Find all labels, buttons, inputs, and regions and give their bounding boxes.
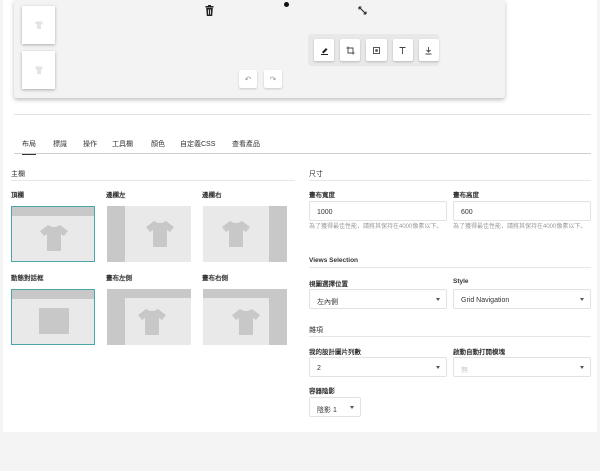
layout-label-sidebar-left: 邊欄左 (106, 192, 126, 199)
canvas-height-input[interactable]: 600 (453, 201, 591, 221)
canvas-height-label: 畫布高度 (453, 192, 479, 199)
tab-identity[interactable]: 標識 (53, 139, 67, 149)
divider (14, 114, 591, 115)
style-select[interactable]: Grid Navigation (453, 289, 591, 309)
settings-tabs: 布局 標識 操作 工具欄 顏色 自定義CSS 查看產品 (14, 137, 591, 155)
view-position-label: 視圖選擇位置 (309, 281, 348, 288)
container-shadow-label: 容器陰影 (309, 388, 335, 395)
style-label: Style (453, 278, 469, 285)
chevron-down-icon (436, 298, 440, 301)
undo-icon: ↶ (244, 74, 252, 84)
tab-actions[interactable]: 操作 (83, 139, 97, 149)
section-rule (309, 267, 591, 268)
layout-label-canvas-right: 畫布右側 (202, 275, 228, 282)
crop-icon (346, 46, 355, 54)
view-thumbnail-back[interactable] (22, 51, 55, 89)
section-size: 尺寸 (309, 171, 323, 178)
text-icon (399, 46, 406, 54)
tab-toolbar[interactable]: 工具欄 (112, 139, 133, 149)
download-button[interactable] (418, 39, 440, 61)
layout-option-sidebar-left[interactable] (107, 206, 191, 262)
design-columns-value: 2 (317, 365, 321, 372)
section-misc: 雜項 (309, 327, 323, 334)
layout-option-top-bar[interactable] (11, 206, 95, 262)
trash-icon[interactable] (205, 5, 214, 16)
section-main-bar: 主欄 (11, 171, 25, 178)
frame-icon (373, 46, 380, 54)
text-button[interactable] (392, 39, 413, 61)
layout-label-canvas-left: 畫布左側 (106, 275, 132, 282)
tshirt-icon (34, 21, 43, 29)
editor-panel: ↶ ↷ 布局 標識 操作 工具欄 顏色 自定義CSS 查看產品 主欄 頂欄 邊欄… (3, 0, 597, 432)
container-shadow-select[interactable]: 陰影 1 (309, 397, 361, 417)
layout-option-canvas-left[interactable] (107, 289, 191, 345)
frame-button[interactable] (366, 39, 387, 61)
section-rule (11, 180, 295, 181)
layout-option-canvas-right[interactable] (203, 289, 287, 345)
design-columns-label: 我的設計圖片列數 (309, 349, 361, 356)
chevron-down-icon (580, 298, 584, 301)
tab-view-product[interactable]: 查看產品 (232, 139, 260, 149)
view-position-select[interactable]: 左內側 (309, 289, 447, 309)
canvas-width-hint: 為了獲得最佳性能，請將其保持在4000像素以下。 (309, 224, 443, 230)
chevron-down-icon (580, 366, 584, 369)
section-views-selection: Views Selection (309, 257, 359, 264)
layout-option-sidebar-right[interactable] (203, 206, 287, 262)
tshirt-icon (34, 66, 43, 74)
auto-open-label: 啟動自動打開模塊 (453, 349, 505, 356)
design-columns-select[interactable]: 2 (309, 357, 447, 377)
page: ↶ ↷ 布局 標識 操作 工具欄 顏色 自定義CSS 查看產品 主欄 頂欄 邊欄… (0, 0, 600, 471)
view-position-value: 左內側 (317, 299, 338, 306)
auto-open-value: 無 (461, 367, 468, 374)
chevron-down-icon (350, 406, 354, 409)
dot-icon[interactable] (284, 2, 289, 7)
section-rule (309, 336, 591, 337)
tshirt-icon (146, 221, 174, 247)
resize-icon[interactable] (358, 6, 367, 15)
tshirt-icon (40, 225, 68, 251)
layout-label-top-bar: 頂欄 (11, 192, 24, 199)
brush-button[interactable] (314, 39, 335, 61)
download-icon (425, 46, 432, 54)
redo-icon: ↷ (269, 74, 277, 84)
image-toolbar (308, 34, 440, 66)
undo-button[interactable]: ↶ (239, 70, 257, 88)
container-shadow-value: 陰影 1 (317, 407, 337, 414)
chevron-down-icon (436, 366, 440, 369)
crop-button[interactable] (340, 39, 361, 61)
tab-colors[interactable]: 顏色 (151, 139, 165, 149)
canvas-width-input[interactable]: 1000 (309, 201, 447, 221)
auto-open-select[interactable]: 無 (453, 357, 591, 377)
view-thumbnail-front[interactable] (22, 6, 55, 44)
redo-button[interactable]: ↷ (264, 70, 282, 88)
tab-layout[interactable]: 布局 (22, 139, 36, 155)
canvas-width-label: 畫布寬度 (309, 192, 335, 199)
section-rule (309, 180, 591, 181)
canvas-height-hint: 為了獲得最佳性能，請將其保持在4000像素以下。 (453, 224, 587, 230)
layout-label-dynamic-dialog: 動態對話框 (11, 275, 44, 282)
style-value: Grid Navigation (461, 297, 510, 304)
tshirt-icon (138, 309, 166, 335)
tshirt-icon (232, 309, 260, 335)
brush-icon (320, 47, 328, 55)
tshirt-icon (222, 221, 250, 247)
layout-label-sidebar-right: 邊欄右 (202, 192, 222, 199)
tab-custom-css[interactable]: 自定義CSS (180, 139, 215, 149)
designer-preview: ↶ ↷ (14, 0, 505, 98)
layout-option-dynamic-dialog[interactable] (11, 289, 95, 345)
